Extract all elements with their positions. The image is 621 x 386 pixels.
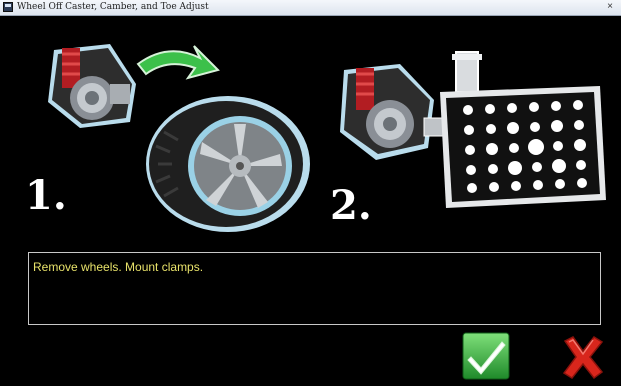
brake-hub-assembly-2 <box>340 64 434 160</box>
clamp-target-mounting-illustration <box>340 51 606 208</box>
wheel-tire <box>146 96 310 232</box>
step-2-label: 2. <box>330 182 372 229</box>
alignment-target-plate <box>440 86 606 208</box>
window-title: Wheel Off Caster, Camber, and Toe Adjust <box>17 2 209 12</box>
ok-checkmark-button[interactable] <box>462 332 510 380</box>
wheel-removal-illustration <box>48 44 310 232</box>
step-1-label: 1. <box>25 172 67 219</box>
green-arrow-icon <box>136 45 220 80</box>
instruction-message-box: Remove wheels. Mount clamps. <box>28 252 601 325</box>
title-bar: Wheel Off Caster, Camber, and Toe Adjust… <box>0 0 621 16</box>
instruction-text: Remove wheels. Mount clamps. <box>33 260 204 274</box>
wheel-off-adjust-window: Wheel Off Caster, Camber, and Toe Adjust… <box>0 0 621 386</box>
app-icon <box>3 2 13 12</box>
red-x-icon <box>562 336 604 380</box>
green-checkmark-icon <box>462 332 510 380</box>
window-close-button[interactable]: × <box>603 1 617 13</box>
cancel-x-button[interactable] <box>559 333 607 381</box>
brake-hub-assembly <box>48 44 136 128</box>
